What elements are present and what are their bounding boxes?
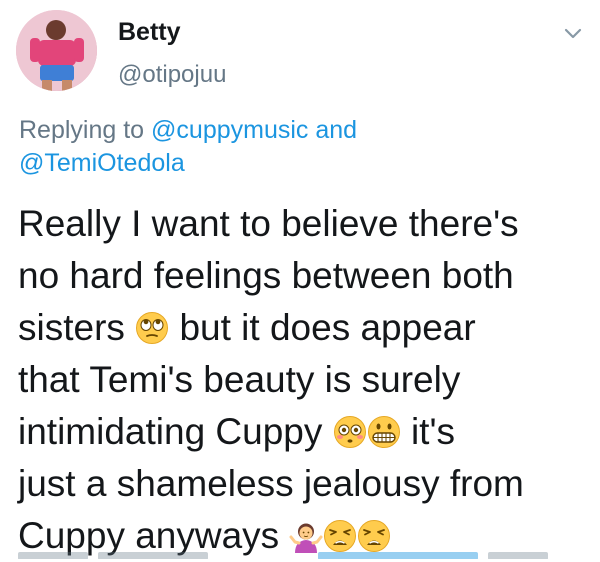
grimacing-face-icon <box>367 415 401 449</box>
tweet-line: that Temi's beauty is surely <box>18 359 461 400</box>
replying-to: Replying to @cuppymusic and @TemiOtedola <box>19 114 579 180</box>
chevron-down-icon[interactable] <box>562 26 584 42</box>
cut-off-line <box>18 547 578 559</box>
reply-and[interactable]: and <box>315 116 357 144</box>
avatar[interactable] <box>16 10 97 91</box>
tweet-line: just a shameless jealousy from <box>18 463 524 504</box>
tweet-text: Really I want to believe there's no hard… <box>18 198 593 562</box>
mention-link[interactable]: @TemiOtedola <box>19 149 185 177</box>
tweet-line-text: it's <box>410 411 456 452</box>
author-handle[interactable]: @otipojuu <box>118 61 226 89</box>
tweet-line: Really I want to believe there's <box>18 203 519 244</box>
mention-link[interactable]: @cuppymusic <box>151 116 308 144</box>
author-name[interactable]: Betty <box>118 18 181 47</box>
tweet-line-text: intimidating Cuppy <box>18 411 323 452</box>
tweet-line: intimidating Cuppy it's <box>18 406 593 458</box>
flushed-face-icon <box>333 415 367 449</box>
tweet-line-text: sisters <box>18 307 125 348</box>
tweet-line: sisters but it does appear <box>18 302 593 354</box>
tweet-line-text: but it does appear <box>179 307 476 348</box>
face-with-rolling-eyes-icon <box>135 311 169 345</box>
tweet-line: no hard feelings between both <box>18 255 514 296</box>
reply-prefix: Replying to <box>19 116 145 144</box>
